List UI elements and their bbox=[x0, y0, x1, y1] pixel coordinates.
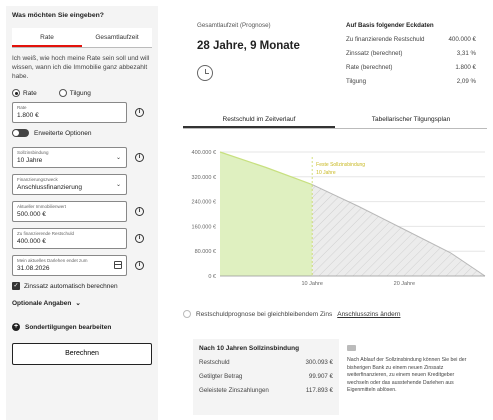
chevron-down-icon: ⌄ bbox=[115, 182, 121, 188]
tab-restschuld[interactable]: Restschuld im Zeitverlauf bbox=[183, 113, 335, 128]
darlehen-ende-value: 31.08.2026 bbox=[17, 265, 50, 272]
laufzeit-label: Gesamtlaufzeit (Prognose) bbox=[197, 22, 271, 29]
auto-rate-label: Zinssatz automatisch berechnen bbox=[24, 282, 118, 290]
summary-value: 300.093 € bbox=[305, 359, 333, 366]
summary-label: Restschuld bbox=[199, 359, 230, 366]
advanced-options-label: Erweiterte Optionen bbox=[34, 129, 92, 137]
forecast-icon bbox=[183, 310, 191, 318]
after-fixation-summary: Nach 10 Jahren Sollzinsbindung Restschul… bbox=[193, 339, 339, 415]
y-tick-label: 320.000 € bbox=[192, 175, 216, 181]
chevron-down-icon: ⌄ bbox=[75, 300, 81, 307]
radio-rate[interactable]: Rate bbox=[12, 89, 37, 97]
radio-tilgung-label: Tilgung bbox=[69, 89, 91, 97]
after-fixation-title: Nach 10 Jahren Sollzinsbindung bbox=[199, 345, 300, 352]
eckdaten-value: 1.800 € bbox=[455, 64, 476, 71]
eckdaten-value: 2,09 % bbox=[456, 78, 476, 85]
eckdaten-label: Tilgung bbox=[346, 78, 367, 85]
auto-rate-checkbox[interactable]: ✓ bbox=[12, 282, 20, 290]
sollzinsbindung-select[interactable]: Sollzinsbindung 10 Jahre ⌄ bbox=[12, 147, 127, 168]
info-icon[interactable]: i bbox=[135, 207, 144, 216]
y-tick-label: 80.000 € bbox=[195, 249, 216, 255]
results-panel: Gesamtlaufzeit (Prognose) 28 Jahre, 9 Mo… bbox=[183, 0, 487, 420]
y-tick-label: 240.000 € bbox=[192, 200, 216, 206]
eckdaten-label: Rate (berechnet) bbox=[346, 64, 393, 71]
eckdaten-row: Zu finanzierende Restschuld 400.000 € bbox=[346, 36, 476, 43]
laufzeit-value: 28 Jahre, 9 Monate bbox=[197, 40, 300, 52]
finanzierungszweck-value: Anschlussfinanzierung bbox=[17, 184, 83, 191]
calendar-icon[interactable] bbox=[114, 261, 122, 269]
info-card-icon bbox=[347, 345, 356, 351]
info-icon[interactable]: i bbox=[135, 108, 144, 117]
rate-type-radio-group: Rate Tilgung bbox=[12, 89, 152, 97]
fixation-annotation: 10 Jahre bbox=[316, 170, 336, 176]
eckdaten-label: Zu finanzierende Restschuld bbox=[346, 36, 425, 43]
summary-value: 117.893 € bbox=[305, 387, 333, 394]
tab-gesamtlaufzeit[interactable]: Gesamtlaufzeit bbox=[82, 28, 152, 47]
sondertilgungen-label: Sondertilgungen bearbeiten bbox=[25, 323, 112, 331]
info-icon[interactable]: i bbox=[135, 234, 144, 243]
eckdaten-title: Auf Basis folgender Eckdaten bbox=[346, 22, 434, 29]
rate-field[interactable]: Rate 1.800 € bbox=[12, 102, 127, 123]
sondertilgungen-button[interactable]: + Sondertilgungen bearbeiten bbox=[12, 323, 152, 331]
summary-label: Geleistete Zinszahlungen bbox=[199, 387, 269, 394]
darlehen-ende-date[interactable]: Mein aktuelles Darlehen endet zum 31.08.… bbox=[12, 255, 127, 276]
advanced-options-row: Erweiterte Optionen bbox=[12, 129, 152, 137]
eckdaten-value: 400.000 € bbox=[448, 36, 476, 43]
panel-question: Was möchten Sie eingeben? bbox=[12, 12, 104, 19]
chevron-down-icon: ⌄ bbox=[115, 155, 121, 161]
eckdaten-label: Zinssatz (berechnet) bbox=[346, 50, 403, 57]
rate-field-value: 1.800 € bbox=[17, 112, 39, 119]
mode-description: Ich weiß, wie hoch meine Rate sein soll … bbox=[12, 55, 150, 80]
radio-tilgung[interactable]: Tilgung bbox=[58, 89, 91, 97]
radio-rate-label: Rate bbox=[23, 89, 37, 97]
y-tick-label: 400.000 € bbox=[192, 150, 216, 156]
sollzinsbindung-value: 10 Jahre bbox=[17, 157, 43, 164]
immobilienwert-input[interactable]: Aktueller Immobilienwert 500.000 € bbox=[12, 201, 127, 222]
anschlusszins-link[interactable]: Anschlusszins ändern bbox=[337, 311, 400, 318]
y-tick-label: 160.000 € bbox=[192, 224, 216, 230]
auto-rate-row: ✓ Zinssatz automatisch berechnen bbox=[12, 282, 152, 290]
input-mode-tabs: Rate Gesamtlaufzeit bbox=[12, 28, 152, 48]
tab-tilgungsplan[interactable]: Tabellarischer Tilgungsplan bbox=[335, 113, 487, 128]
summary-label: Getilgter Betrag bbox=[199, 373, 243, 380]
eckdaten-row: Zinssatz (berechnet) 3,31 % bbox=[346, 50, 476, 57]
radio-tilgung-icon bbox=[58, 89, 67, 97]
calculate-button[interactable]: Berechnen bbox=[12, 343, 152, 365]
summary-row: Getilgter Betrag 99.907 € bbox=[199, 373, 333, 380]
fixation-annotation: Feste Sollzinsbindung bbox=[316, 162, 365, 168]
legend-text: Restschuldprognose bei gleichbleibendem … bbox=[196, 310, 333, 318]
plus-icon: + bbox=[12, 323, 20, 331]
refinancing-note-text: Nach Ablauf der Sollzinsbindung können S… bbox=[347, 357, 467, 393]
advanced-options-toggle[interactable] bbox=[12, 129, 29, 137]
summary-row: Geleistete Zinszahlungen 117.893 € bbox=[199, 387, 333, 394]
eckdaten-value: 3,31 % bbox=[456, 50, 476, 57]
summary-row: Restschuld 300.093 € bbox=[199, 359, 333, 366]
eckdaten-row: Tilgung 2,09 % bbox=[346, 78, 476, 85]
refinancing-note: Nach Ablauf der Sollzinsbindung können S… bbox=[347, 345, 477, 395]
immobilienwert-value: 500.000 € bbox=[17, 211, 46, 218]
summary-value: 99.907 € bbox=[308, 373, 333, 380]
tab-rate[interactable]: Rate bbox=[12, 28, 82, 47]
chart-tabs: Restschuld im Zeitverlauf Tabellarischer… bbox=[183, 113, 487, 129]
eckdaten-box: Auf Basis folgender Eckdaten Zu finanzie… bbox=[346, 22, 476, 92]
chart-legend: Restschuldprognose bei gleichbleibendem … bbox=[183, 310, 400, 318]
x-tick-label: 10 Jahre bbox=[301, 281, 322, 287]
input-panel: Was möchten Sie eingeben? Rate Gesamtlau… bbox=[6, 6, 158, 420]
finanzierungszweck-select[interactable]: Finanzierungszweck Anschlussfinanzierung… bbox=[12, 174, 127, 195]
optional-details-toggle[interactable]: Optionale Angaben ⌄ bbox=[12, 299, 152, 308]
restschuld-value: 400.000 € bbox=[17, 238, 46, 245]
y-tick-label: 0 € bbox=[208, 274, 216, 280]
x-tick-label: 20 Jahre bbox=[394, 281, 415, 287]
radio-rate-icon bbox=[12, 89, 20, 97]
restschuld-chart: 400.000 € 320.000 € 240.000 € 160.000 € 80.0… bbox=[192, 150, 486, 287]
fixed-period-area bbox=[220, 152, 313, 276]
info-icon[interactable]: i bbox=[135, 261, 144, 270]
eckdaten-row: Rate (berechnet) 1.800 € bbox=[346, 64, 476, 71]
optional-details-label: Optionale Angaben bbox=[12, 299, 72, 307]
clock-icon bbox=[197, 65, 213, 81]
info-icon[interactable]: i bbox=[135, 153, 144, 162]
forecast-area bbox=[312, 184, 485, 276]
restschuld-input[interactable]: Zu finanzierende Restschuld 400.000 € bbox=[12, 228, 127, 249]
